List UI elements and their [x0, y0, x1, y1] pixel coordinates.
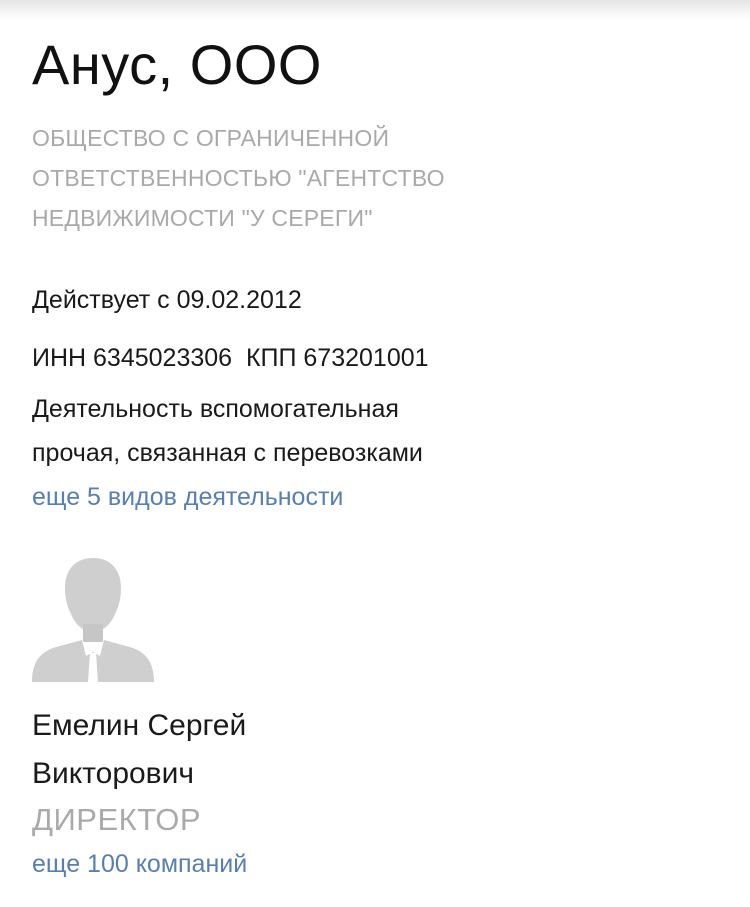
more-activities-link[interactable]: еще 5 видов деятельности: [32, 475, 343, 519]
company-legal-name: ОБЩЕСТВО С ОГРАНИЧЕННОЙ ОТВЕТСТВЕННОСТЬЮ…: [32, 118, 472, 238]
company-ids: ИНН 6345023306 КПП 673201001: [32, 344, 429, 372]
legal-name-line: ОБЩЕСТВО С ОГРАНИЧЕННОЙ: [32, 125, 390, 151]
top-shadow: [0, 0, 750, 20]
person-name-line: Викторович: [32, 757, 195, 790]
activity-line: Деятельность вспомогательная: [32, 395, 399, 423]
company-activity: Деятельность вспомогательная прочая, свя…: [32, 387, 722, 519]
company-title: Анус, ООО: [32, 33, 322, 96]
legal-name-line: НЕДВИЖИМОСТИ "У СЕРЕГИ": [32, 205, 373, 231]
person-name-line: Емелин Сергей: [32, 709, 247, 742]
person-name[interactable]: Емелин Сергей Викторович: [32, 702, 246, 798]
person-role: ДИРЕКТОР: [32, 802, 202, 837]
company-card: Анус, ООО ОБЩЕСТВО С ОГРАНИЧЕННОЙ ОТВЕТС…: [32, 30, 722, 519]
more-companies-link[interactable]: еще 100 компаний: [32, 842, 247, 886]
legal-name-line: ОТВЕТСТВЕННОСТЬЮ "АГЕНТСТВО: [32, 165, 445, 191]
company-status: Действует с 09.02.2012: [32, 286, 302, 314]
person-silhouette-icon: [32, 556, 154, 682]
activity-line: прочая, связанная с перевозками: [32, 439, 423, 467]
